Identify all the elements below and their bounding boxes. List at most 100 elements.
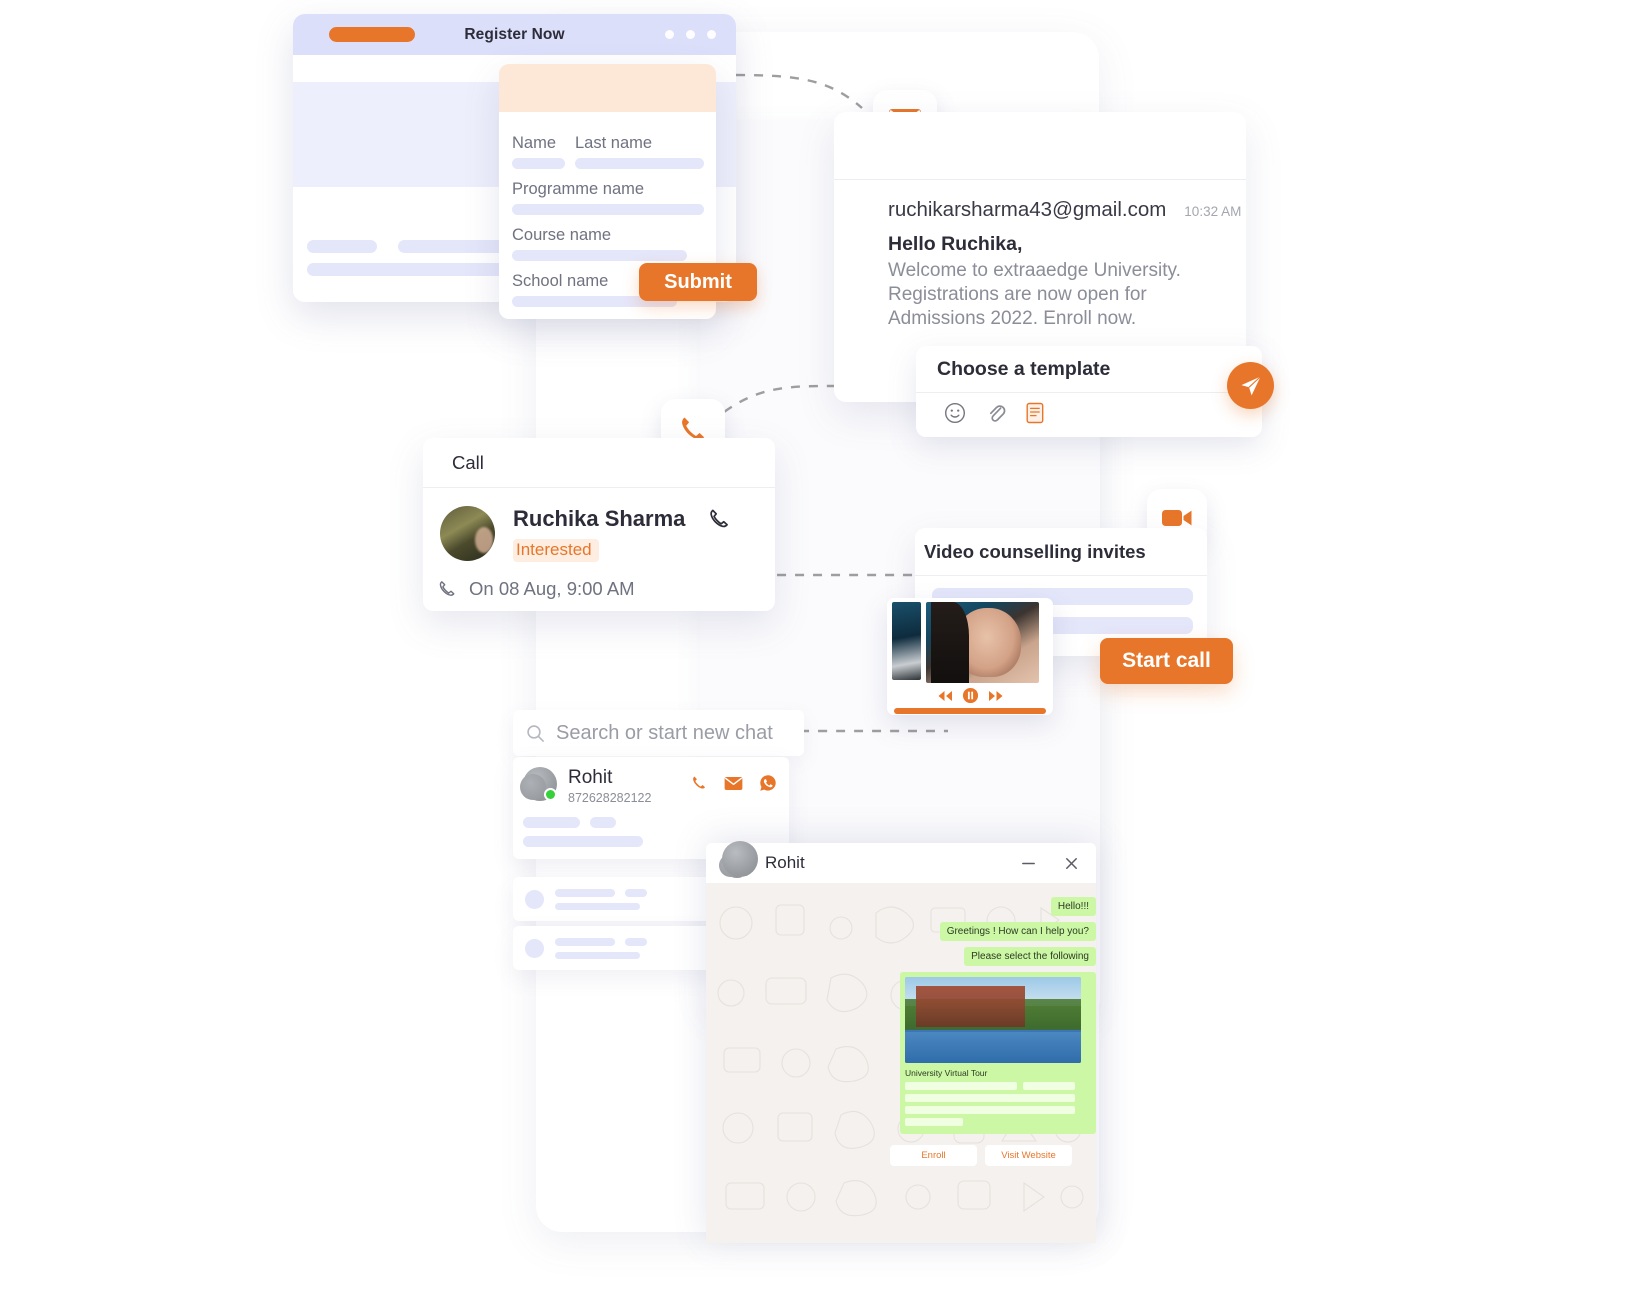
search-input[interactable]: Search or start new chat (556, 722, 773, 745)
skeleton-line (1023, 1082, 1075, 1090)
phone-icon[interactable] (690, 774, 708, 792)
call-name-row: Ruchika Sharma (513, 506, 731, 532)
field-course-input[interactable] (512, 249, 687, 261)
call-card: Call Ruchika Sharma Interested On 08 Aug… (423, 438, 775, 611)
start-call-button[interactable]: Start call (1100, 638, 1233, 684)
field-name: Name (512, 134, 565, 169)
field-last-name-input[interactable] (575, 157, 704, 169)
image-water (905, 1032, 1081, 1063)
choose-template-title: Choose a template (937, 358, 1111, 380)
send-icon (1240, 375, 1261, 395)
pause-icon[interactable] (962, 687, 979, 704)
contact-phone: 872628282122 (568, 791, 652, 805)
whatsapp-chat-window: Rohit Hello!!! Greetings ! How can I hel… (706, 843, 1096, 1243)
floating-avatar (722, 841, 758, 877)
email-card-header (834, 112, 1246, 180)
contact-actions (690, 774, 777, 792)
email-body-text: Welcome to extraaedge University. Regist… (888, 260, 1181, 330)
skeleton-line (307, 240, 377, 253)
search-icon (527, 724, 544, 742)
skeleton-line (555, 902, 640, 910)
form-header-band (499, 64, 716, 112)
university-tour-image (905, 977, 1081, 1063)
field-course-name: Course name (512, 226, 687, 261)
image-building (915, 985, 1025, 1027)
email-greeting: Hello Ruchika, (888, 233, 1023, 255)
field-programme-name: Programme name (512, 180, 704, 215)
send-button[interactable] (1227, 362, 1274, 409)
online-status-dot (544, 788, 557, 801)
skeleton-line (555, 951, 640, 959)
window-controls[interactable] (665, 30, 716, 39)
skeleton-line (625, 937, 647, 946)
video-thumbnails (887, 598, 1053, 683)
chat-bubble: Please select the following (964, 947, 1096, 966)
mail-icon[interactable] (724, 776, 743, 791)
chat-bubble: Greetings ! How can I help you? (939, 922, 1096, 941)
field-programme-input[interactable] (512, 203, 704, 215)
contact-meta: Rohit 872628282122 (568, 767, 651, 805)
rewind-icon[interactable] (937, 690, 953, 702)
field-last-name: Last name (575, 134, 704, 169)
attachment-icon[interactable] (986, 402, 1006, 424)
contact-name: Ruchika Sharma (513, 506, 686, 531)
minimize-icon[interactable] (1020, 855, 1037, 872)
field-last-name-label: Last name (575, 134, 653, 152)
media-caption: University Virtual Tour (905, 1068, 988, 1078)
call-schedule-text: On 08 Aug, 9:00 AM (469, 578, 635, 599)
chat-bubble: Hello!!! (1050, 897, 1096, 916)
video-thumb-secondary (892, 602, 921, 680)
avatar-placeholder (525, 889, 544, 909)
status-badge: Interested (513, 539, 599, 562)
whatsapp-chat-header: Rohit (706, 843, 1096, 883)
skeleton-line (590, 817, 616, 828)
skeleton-line (905, 1118, 963, 1126)
skeleton-line (523, 817, 580, 828)
field-name-input[interactable] (512, 157, 565, 169)
call-card-header: Call (423, 438, 775, 488)
skeleton-line (523, 836, 643, 847)
forward-icon[interactable] (988, 690, 1004, 702)
call-schedule-row: On 08 Aug, 9:00 AM (437, 578, 775, 600)
call-card-title: Call (452, 451, 484, 473)
form-row-name: Name Last name (512, 134, 716, 169)
avatar (520, 767, 557, 801)
emoji-icon[interactable] (944, 402, 966, 424)
template-toolbar (916, 393, 1262, 424)
chat-action-buttons: Enroll Visit Website (866, 1139, 1096, 1166)
video-counselling-title: Video counselling invites (924, 540, 1146, 562)
template-icon[interactable] (1026, 402, 1044, 424)
video-progress-bar[interactable] (894, 708, 1046, 714)
skeleton-line (905, 1082, 1017, 1090)
chat-search-bar[interactable]: Search or start new chat (513, 710, 804, 756)
email-timestamp: 10:32 AM (1184, 204, 1242, 219)
video-camera-icon (1162, 509, 1192, 526)
field-programme-label: Programme name (512, 179, 645, 198)
contact-name: Rohit (568, 767, 613, 788)
field-name-label: Name (512, 134, 557, 152)
whatsapp-icon[interactable] (759, 774, 777, 792)
enroll-button[interactable]: Enroll (890, 1145, 977, 1166)
illustration-stage: Register Now Name Last name Programme na… (0, 0, 1625, 1313)
chat-media-bubble: University Virtual Tour (900, 972, 1096, 1134)
skeleton-line (555, 937, 615, 946)
email-address-row: ruchikarsharma43@gmail.com 10:32 AM (888, 198, 1246, 222)
video-counselling-header: Video counselling invites (915, 528, 1207, 576)
video-thumb-primary (926, 602, 1039, 683)
close-icon[interactable] (1063, 855, 1080, 872)
call-contact-row: Ruchika Sharma Interested (423, 488, 775, 562)
phone-small-icon (439, 581, 455, 596)
submit-button[interactable]: Submit (639, 263, 757, 301)
register-window-titlebar: Register Now (293, 14, 736, 55)
video-controls (887, 687, 1053, 704)
whatsapp-window-controls (1020, 855, 1080, 872)
chat-messages: Hello!!! Greetings ! How can I help you?… (866, 897, 1096, 1166)
skeleton-line (905, 1106, 1075, 1114)
avatar-placeholder (525, 938, 544, 958)
visit-website-button[interactable]: Visit Website (985, 1145, 1072, 1166)
phone-call-icon[interactable] (707, 507, 731, 531)
skeleton-line (555, 888, 615, 897)
video-preview-panel (887, 598, 1053, 715)
avatar (440, 506, 495, 561)
whatsapp-contact-name: Rohit (765, 853, 805, 872)
